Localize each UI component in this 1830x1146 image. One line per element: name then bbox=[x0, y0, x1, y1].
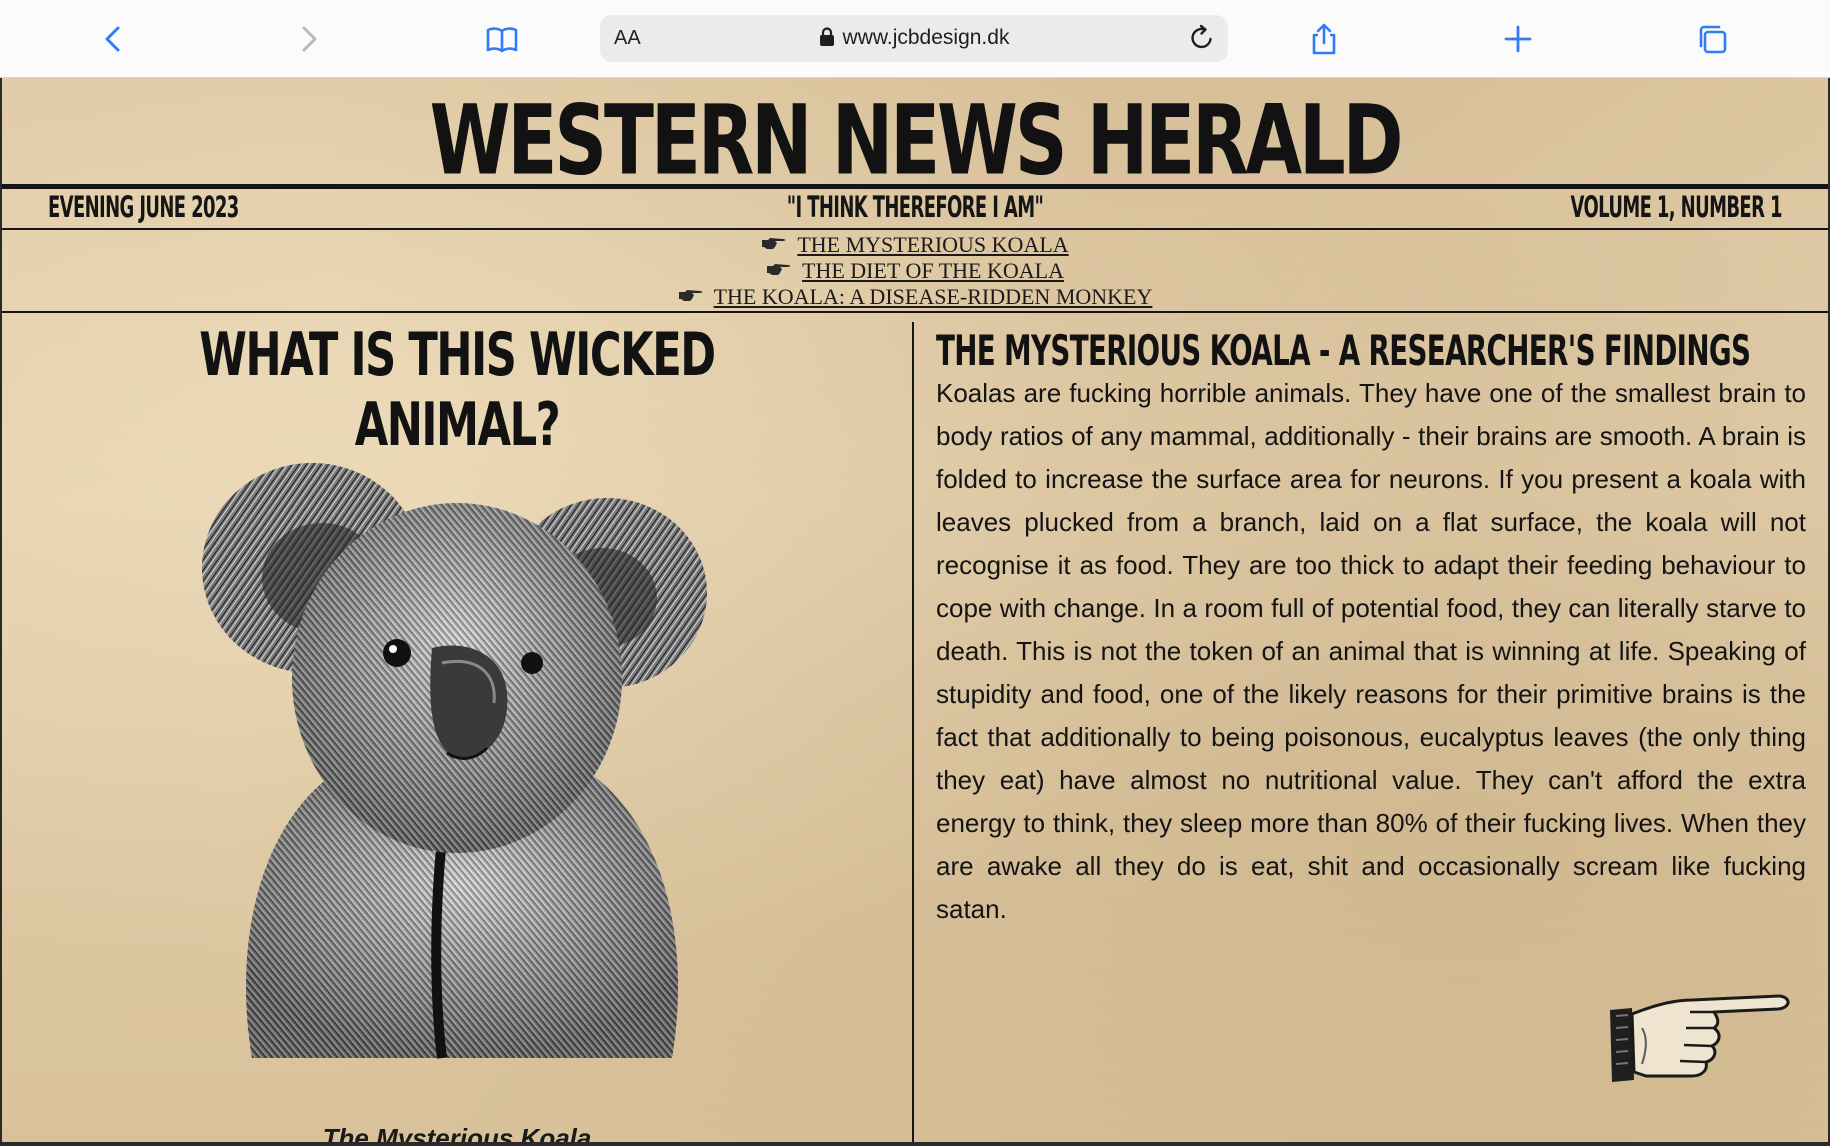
address-bar[interactable]: AA www.jcbdesign.dk bbox=[600, 15, 1228, 62]
reload-icon[interactable] bbox=[1186, 22, 1218, 54]
nav-item: THE DIET OF THE KOALA bbox=[2, 258, 1828, 284]
share-button[interactable] bbox=[1298, 14, 1350, 64]
motto: "I THINK THEREFORE I AM" bbox=[786, 190, 1044, 224]
new-tab-icon bbox=[1504, 25, 1532, 53]
right-headline: THE MYSTERIOUS KOALA - A RESEARCHER'S FI… bbox=[936, 326, 1751, 375]
forward-icon bbox=[302, 26, 317, 52]
article-nav: THE MYSTERIOUS KOALA THE DIET OF THE KOA… bbox=[2, 232, 1828, 310]
nav-link-diet-of-koala[interactable]: THE DIET OF THE KOALA bbox=[802, 258, 1064, 283]
nav-rule bbox=[2, 311, 1828, 313]
pointing-hand-icon bbox=[1610, 994, 1790, 1082]
back-icon bbox=[105, 26, 120, 52]
info-rule bbox=[2, 228, 1828, 230]
article-body: Koalas are fucking horrible animals. The… bbox=[936, 378, 1806, 924]
lock-icon bbox=[819, 27, 834, 46]
volume-number: VOLUME 1, NUMBER 1 bbox=[1570, 190, 1783, 224]
browser-toolbar: AA www.jcbdesign.dk bbox=[0, 0, 1830, 78]
edition-date: EVENING JUNE 2023 bbox=[48, 190, 239, 224]
tabs-icon bbox=[1699, 25, 1727, 54]
pointing-hand-icon bbox=[678, 290, 703, 301]
masthead-title: WESTERN NEWS HERALD bbox=[429, 86, 1404, 198]
newspaper-page: WESTERN NEWS HERALD EVENING JUNE 2023 "I… bbox=[2, 78, 1828, 1142]
new-tab-button[interactable] bbox=[1492, 14, 1544, 64]
image-caption: The Mysterious Koala bbox=[322, 1123, 592, 1142]
nav-link-disease-ridden-monkey[interactable]: THE KOALA: A DISEASE-RIDDEN MONKEY bbox=[714, 284, 1153, 309]
nav-item: THE KOALA: A DISEASE-RIDDEN MONKEY bbox=[2, 284, 1828, 310]
bookmarks-button[interactable] bbox=[476, 14, 528, 64]
share-icon bbox=[1312, 23, 1336, 55]
forward-button[interactable] bbox=[282, 14, 334, 64]
pointing-hand-icon bbox=[767, 264, 791, 275]
koala-illustration bbox=[202, 463, 707, 1059]
bookmarks-icon bbox=[486, 27, 518, 53]
info-bar: EVENING JUNE 2023 "I THINK THEREFORE I A… bbox=[2, 190, 1828, 230]
tabs-overview-button[interactable] bbox=[1686, 14, 1738, 64]
nav-item: THE MYSTERIOUS KOALA bbox=[2, 232, 1828, 258]
masthead-rule bbox=[2, 184, 1828, 189]
back-button[interactable] bbox=[88, 14, 140, 64]
nav-link-mysterious-koala[interactable]: THE MYSTERIOUS KOALA bbox=[797, 232, 1068, 257]
pointing-hand-icon bbox=[762, 238, 786, 249]
column-divider bbox=[912, 322, 914, 1142]
url-display: www.jcbdesign.dk bbox=[600, 26, 1228, 50]
url-text: www.jcbdesign.dk bbox=[842, 26, 1010, 49]
